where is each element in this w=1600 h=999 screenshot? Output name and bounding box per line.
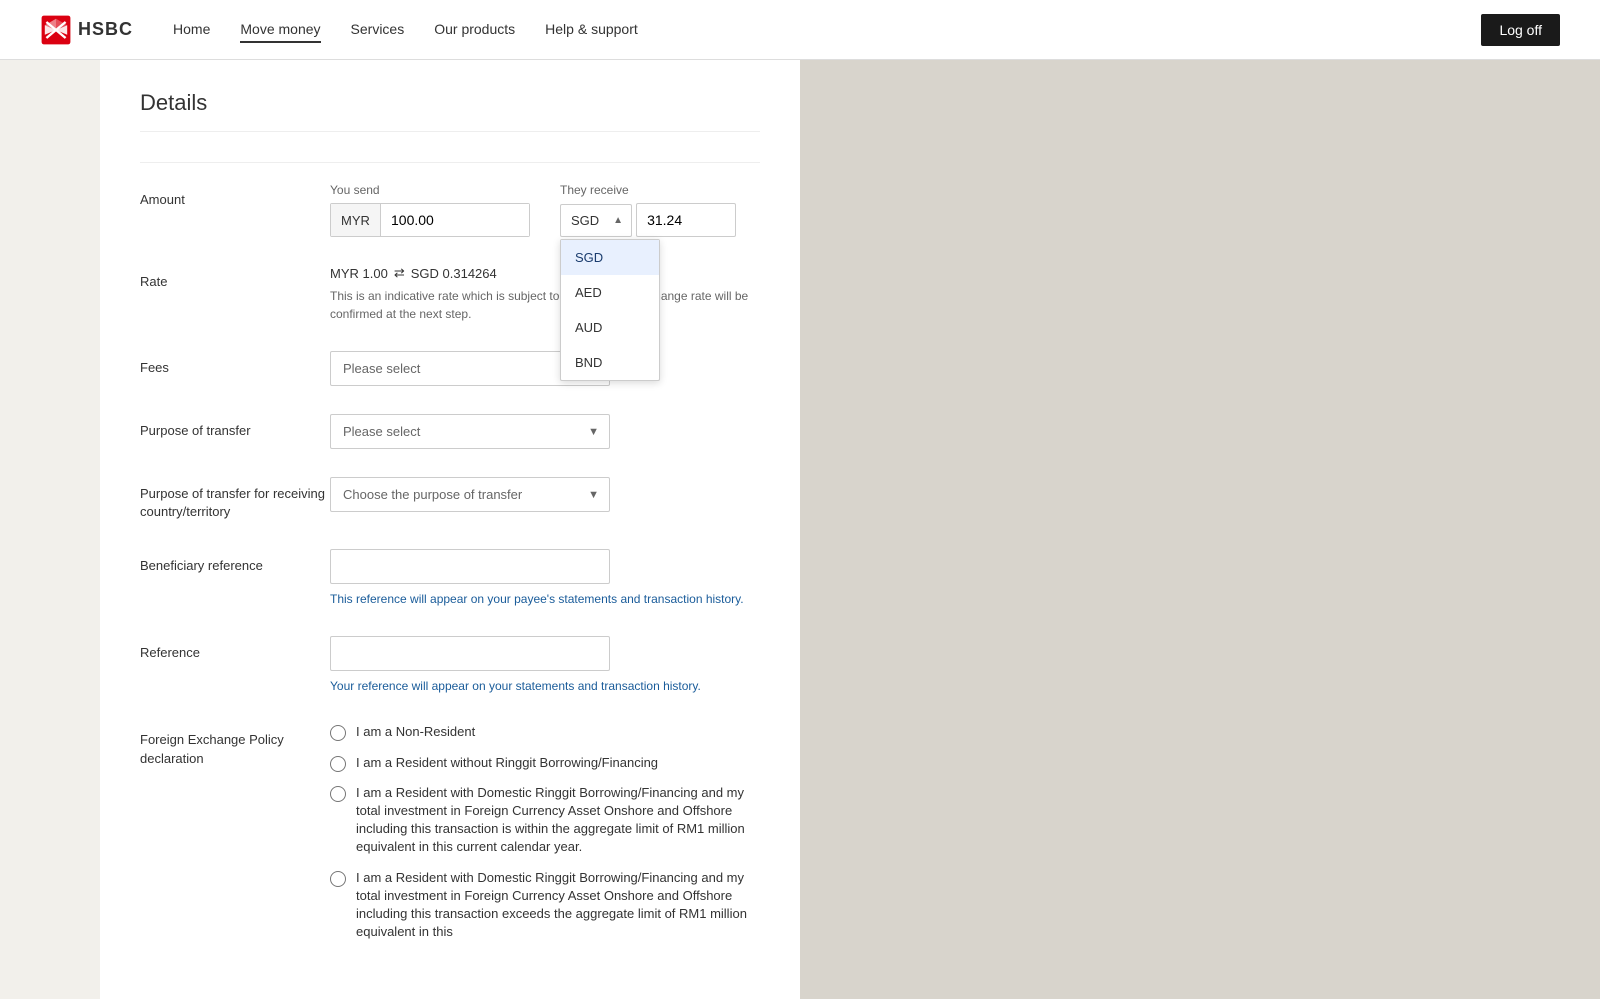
- currency-option-sgd[interactable]: SGD: [561, 240, 659, 275]
- nav-our-products[interactable]: Our products: [434, 17, 515, 43]
- purpose-country-select[interactable]: Choose the purpose of transfer: [331, 478, 578, 511]
- purpose-country-select-wrapper[interactable]: Choose the purpose of transfer ▼: [330, 477, 610, 512]
- radio-input-4[interactable]: [330, 871, 346, 887]
- fees-control: Please select ▼: [330, 351, 760, 386]
- currency-dropdown: SGD AED AUD BND: [560, 239, 660, 381]
- send-amount-input[interactable]: [381, 204, 529, 236]
- rate-from: MYR 1.00: [330, 266, 388, 281]
- radio-item-4[interactable]: I am a Resident with Domestic Ringgit Bo…: [330, 869, 760, 942]
- fx-policy-control: I am a Non-Resident I am a Resident with…: [330, 723, 760, 941]
- hsbc-text: HSBC: [78, 19, 133, 40]
- purpose-select-wrapper[interactable]: Please select ▼: [330, 414, 610, 449]
- beneficiary-ref-control: This reference will appear on your payee…: [330, 549, 760, 608]
- they-receive-label: They receive: [560, 183, 760, 197]
- currency-option-bnd[interactable]: BND: [561, 345, 659, 380]
- they-receive-group: They receive SGD ▲ SGD AED AUD: [560, 183, 760, 237]
- beneficiary-ref-note: This reference will appear on your payee…: [330, 590, 760, 608]
- sidebar-left: [0, 60, 100, 999]
- beneficiary-ref-label: Beneficiary reference: [140, 549, 330, 575]
- purpose-label: Purpose of transfer: [140, 414, 330, 440]
- radio-item-2[interactable]: I am a Resident without Ringgit Borrowin…: [330, 754, 760, 772]
- fx-policy-row: Foreign Exchange Policy declaration I am…: [140, 723, 760, 941]
- radio-label-4: I am a Resident with Domestic Ringgit Bo…: [356, 869, 760, 942]
- nav-services[interactable]: Services: [351, 17, 405, 43]
- beneficiary-ref-input[interactable]: [330, 549, 610, 584]
- fees-label: Fees: [140, 351, 330, 377]
- nav-links: Home Move money Services Our products He…: [173, 17, 1481, 43]
- rate-label: Rate: [140, 265, 330, 291]
- reference-label: Reference: [140, 636, 330, 662]
- amount-label: Amount: [140, 183, 330, 209]
- radio-input-3[interactable]: [330, 786, 346, 802]
- radio-group: I am a Non-Resident I am a Resident with…: [330, 723, 760, 941]
- radio-label-3: I am a Resident with Domestic Ringgit Bo…: [356, 784, 760, 857]
- rate-suffix: 4264: [468, 266, 497, 281]
- purpose-country-chevron-icon: ▼: [578, 489, 609, 501]
- send-currency-prefix: MYR: [331, 204, 381, 236]
- reference-input[interactable]: [330, 636, 610, 671]
- amount-row: Amount You send MYR They receive: [140, 183, 760, 237]
- page-title: Details: [140, 90, 760, 132]
- receive-group: SGD ▲ SGD AED AUD BND: [560, 203, 760, 237]
- fees-row: Fees Please select ▼: [140, 351, 760, 386]
- amount-control: You send MYR They receive SGD ▲: [330, 183, 760, 237]
- rate-value: SGD 0.314264: [411, 266, 497, 281]
- amount-section: You send MYR They receive SGD ▲: [330, 183, 760, 237]
- purpose-country-row: Purpose of transfer for receiving countr…: [140, 477, 760, 521]
- logo: HSBC: [40, 14, 133, 46]
- radio-input-1[interactable]: [330, 725, 346, 741]
- you-send-group: You send MYR: [330, 183, 530, 237]
- receive-currency-select[interactable]: SGD ▲: [560, 204, 632, 237]
- nav-move-money[interactable]: Move money: [240, 17, 320, 43]
- currency-option-aud[interactable]: AUD: [561, 310, 659, 345]
- purpose-chevron-icon: ▼: [578, 426, 609, 438]
- reference-note: Your reference will appear on your state…: [330, 677, 760, 695]
- receive-currency-label: SGD: [561, 205, 605, 236]
- divider: [140, 162, 760, 163]
- radio-label-1: I am a Non-Resident: [356, 723, 475, 741]
- reference-row: Reference Your reference will appear on …: [140, 636, 760, 695]
- currency-option-aed[interactable]: AED: [561, 275, 659, 310]
- nav-home[interactable]: Home: [173, 17, 210, 43]
- radio-item-3[interactable]: I am a Resident with Domestic Ringgit Bo…: [330, 784, 760, 857]
- rate-text: MYR 1.00 ⇄ SGD 0.314264: [330, 265, 760, 281]
- rate-note: This is an indicative rate which is subj…: [330, 287, 760, 323]
- main-content: Details Amount You send MYR: [100, 60, 800, 999]
- send-input-wrapper: MYR: [330, 203, 530, 237]
- page-wrapper: Details Amount You send MYR: [0, 60, 1600, 999]
- navbar: HSBC Home Move money Services Our produc…: [0, 0, 1600, 60]
- fx-policy-label: Foreign Exchange Policy declaration: [140, 723, 330, 767]
- purpose-country-label: Purpose of transfer for receiving countr…: [140, 477, 330, 521]
- purpose-country-control: Choose the purpose of transfer ▼: [330, 477, 760, 512]
- radio-input-2[interactable]: [330, 756, 346, 772]
- purpose-control: Please select ▼: [330, 414, 760, 449]
- beneficiary-ref-row: Beneficiary reference This reference wil…: [140, 549, 760, 608]
- rate-row: Rate MYR 1.00 ⇄ SGD 0.314264 This is an …: [140, 265, 760, 323]
- rate-control: MYR 1.00 ⇄ SGD 0.314264 This is an indic…: [330, 265, 760, 323]
- fees-select[interactable]: Please select: [331, 352, 578, 385]
- radio-label-2: I am a Resident without Ringgit Borrowin…: [356, 754, 658, 772]
- reference-control: Your reference will appear on your state…: [330, 636, 760, 695]
- purpose-row: Purpose of transfer Please select ▼: [140, 414, 760, 449]
- nav-help-support[interactable]: Help & support: [545, 17, 638, 43]
- sidebar-right: [800, 60, 1600, 999]
- radio-item-1[interactable]: I am a Non-Resident: [330, 723, 760, 741]
- you-send-label: You send: [330, 183, 530, 197]
- hsbc-logo: HSBC: [40, 14, 133, 46]
- rate-arrow-icon: ⇄: [394, 265, 405, 281]
- logout-button[interactable]: Log off: [1481, 14, 1560, 46]
- purpose-select[interactable]: Please select: [331, 415, 578, 448]
- hsbc-logo-icon: [40, 14, 72, 46]
- receive-currency-chevron-icon[interactable]: ▲: [605, 207, 631, 234]
- receive-amount-input[interactable]: [636, 203, 736, 237]
